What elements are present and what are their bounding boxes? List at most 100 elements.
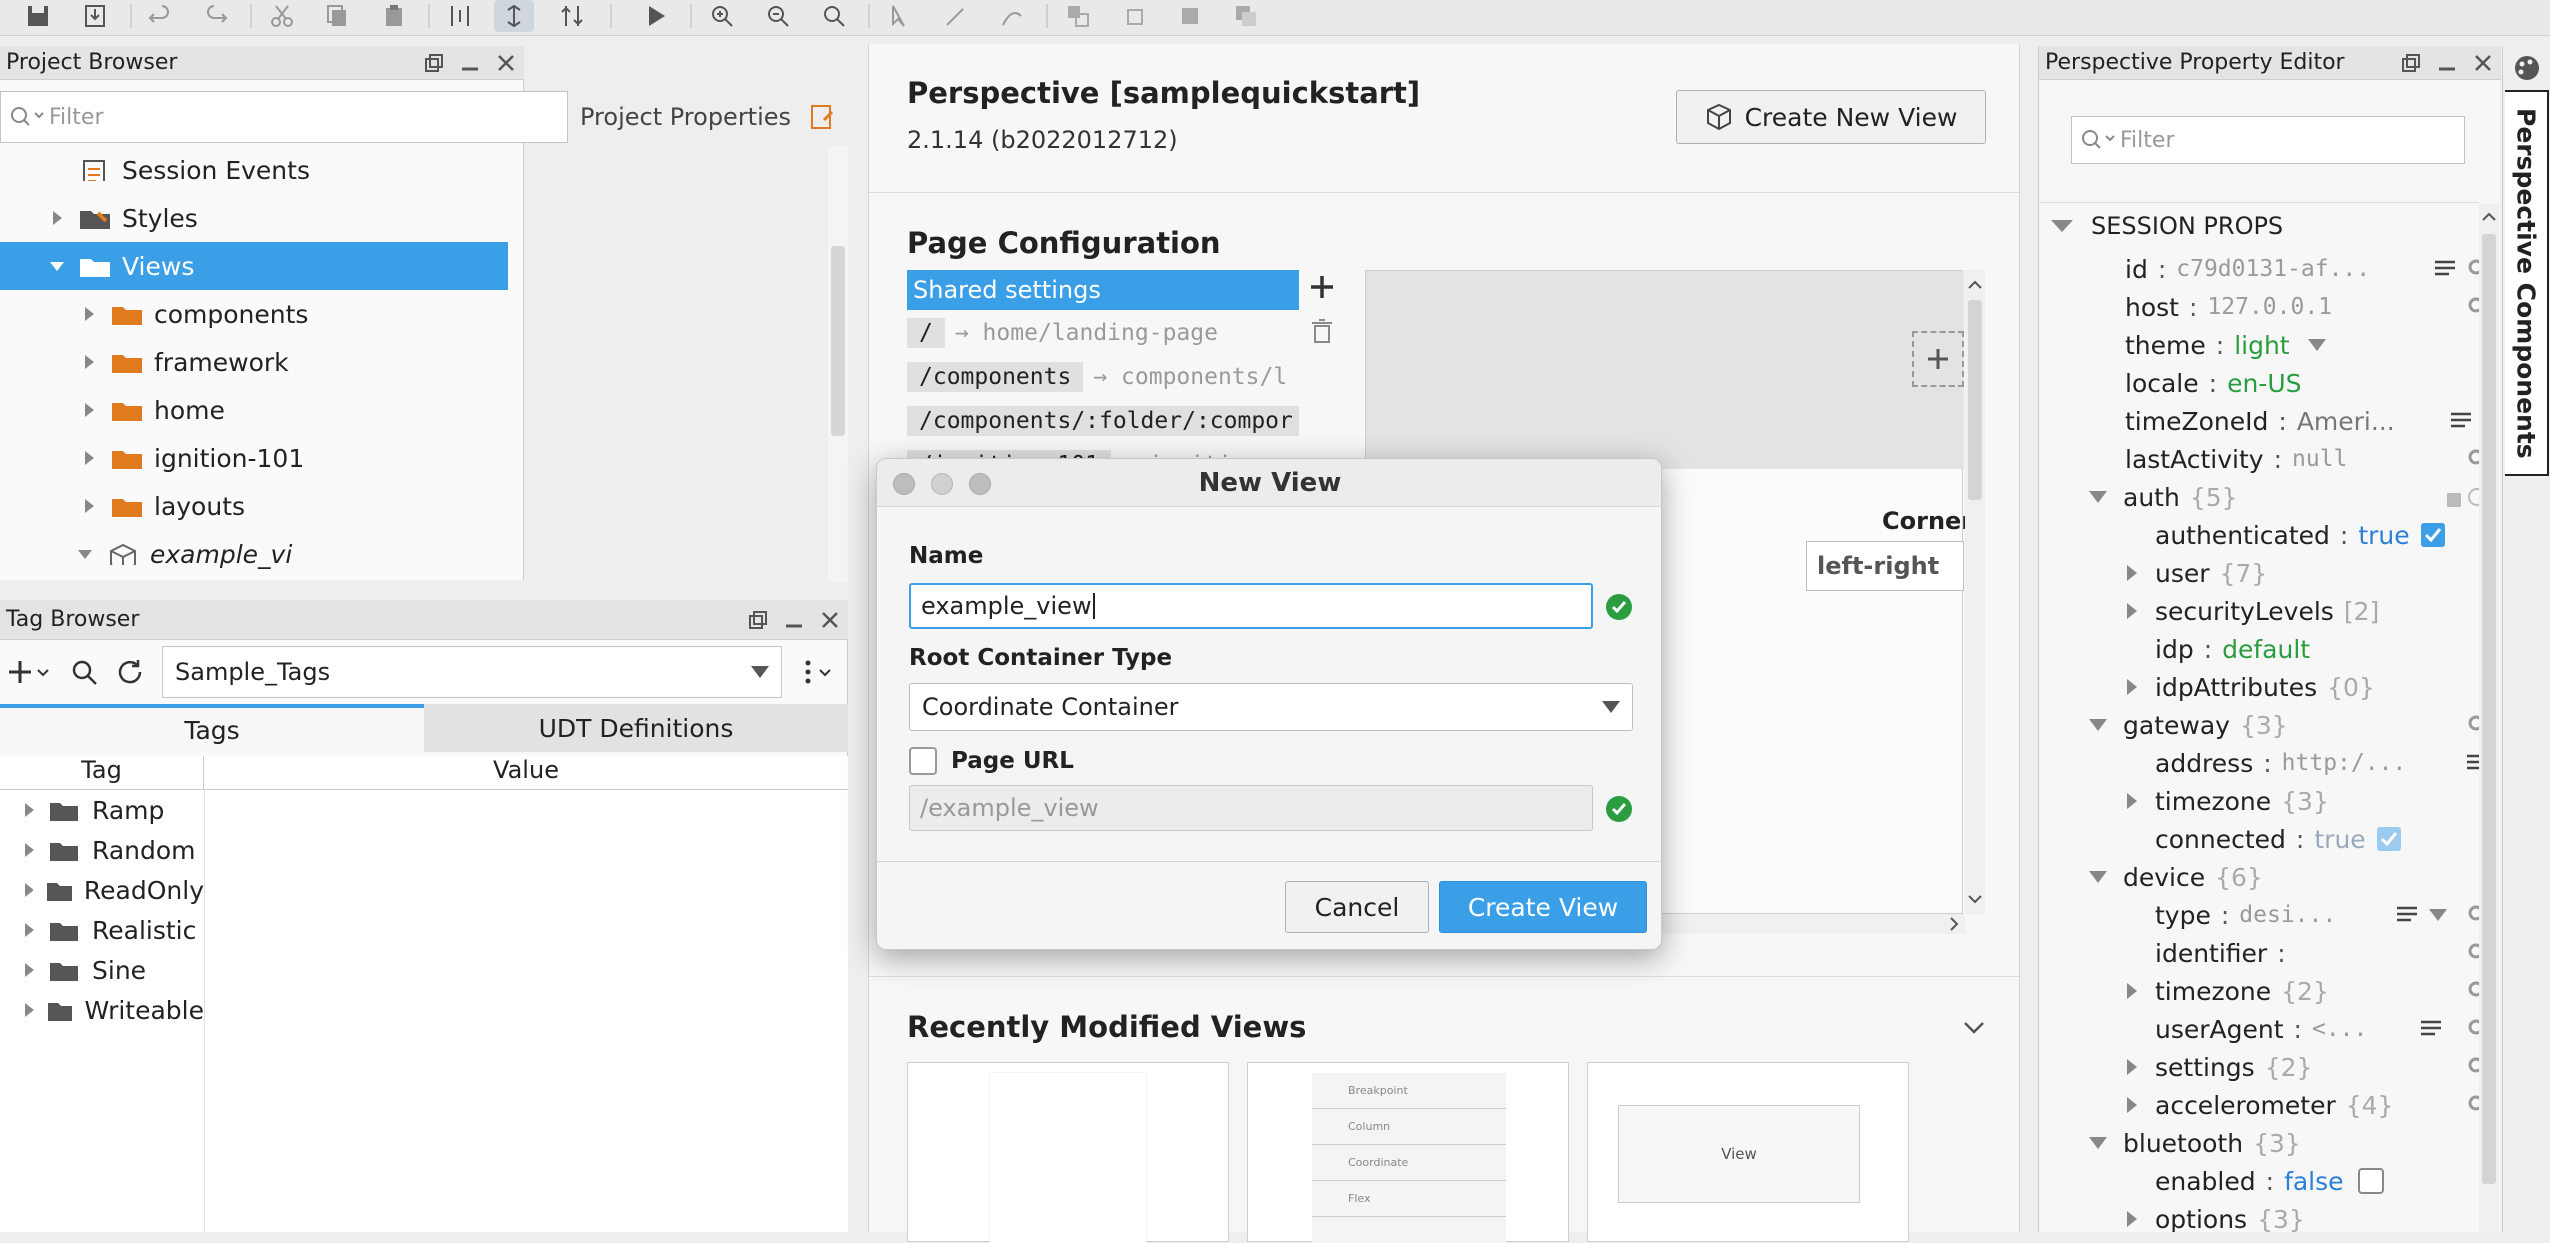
copy-icon[interactable] [318, 0, 358, 32]
float-icon[interactable] [748, 610, 768, 630]
shared-settings-item[interactable]: Shared settings [907, 270, 1299, 310]
add-tag-icon[interactable] [8, 658, 54, 686]
expand-arrow-icon[interactable] [22, 963, 36, 977]
prop-value[interactable]: default [2222, 635, 2310, 664]
prop-id[interactable]: id: c79d0131-af... [2125, 250, 2483, 288]
collapse-arrow-icon[interactable] [78, 547, 92, 561]
float-icon[interactable] [2401, 53, 2421, 73]
delete-route-icon[interactable] [1311, 318, 1333, 344]
text-edit-icon[interactable] [2419, 1018, 2445, 1040]
tag-item-random[interactable]: Random [0, 830, 204, 870]
prop-idp[interactable]: idp: default [2155, 630, 2483, 668]
save-icon[interactable] [18, 0, 58, 32]
prop-device[interactable]: device {6} [2089, 858, 2483, 896]
prop-connected[interactable]: connected: true [2155, 820, 2483, 858]
text-edit-icon[interactable] [2433, 258, 2459, 280]
project-tree-scrollbar[interactable] [828, 146, 848, 582]
group-icon[interactable] [1058, 0, 1098, 32]
zoom-in-icon[interactable] [702, 0, 742, 32]
add-route-icon[interactable] [1309, 274, 1335, 300]
distribute-icon[interactable] [552, 0, 592, 32]
tree-item-components[interactable]: components [0, 290, 508, 338]
cancel-button[interactable]: Cancel [1285, 881, 1429, 933]
expand-arrow-icon[interactable] [22, 883, 34, 897]
props-scrollbar[interactable] [2479, 204, 2499, 1232]
palette-icon[interactable] [2513, 54, 2541, 82]
prop-options[interactable]: options {3} [2125, 1200, 2483, 1232]
dialog-minimize-icon[interactable] [931, 473, 953, 495]
column-tag[interactable]: Tag [0, 756, 204, 789]
tree-item-home[interactable]: home [0, 386, 508, 434]
close-icon[interactable] [496, 53, 516, 73]
send-backward-icon[interactable] [1226, 0, 1266, 32]
bring-forward-icon[interactable] [1170, 0, 1210, 32]
paste-icon[interactable] [374, 0, 414, 32]
dialog-close-icon[interactable] [893, 473, 915, 495]
expand-arrow-icon[interactable] [82, 403, 96, 417]
project-properties-button[interactable]: Project Properties [580, 103, 791, 131]
name-input[interactable]: example_view [909, 583, 1593, 629]
add-dock-icon[interactable] [1912, 331, 1964, 387]
prop-lastactivity[interactable]: lastActivity: null [2125, 440, 2483, 478]
collapse-arrow-icon[interactable] [2089, 871, 2107, 883]
create-new-view-button[interactable]: Create New View [1676, 90, 1986, 144]
refresh-icon[interactable] [116, 658, 146, 686]
cut-icon[interactable] [262, 0, 302, 32]
prop-value[interactable]: true [2314, 825, 2365, 854]
prop-value[interactable]: <... [2312, 1016, 2367, 1042]
prop-timezoneid[interactable]: timeZoneId: Ameri... [2125, 402, 2483, 440]
prop-enabled[interactable]: enabled: false [2155, 1162, 2483, 1200]
column-value[interactable]: Value [204, 756, 848, 789]
tag-item-realistic[interactable]: Realistic [0, 910, 204, 950]
tab-perspective-components[interactable]: Perspective Components [2505, 90, 2549, 476]
prop-gateway[interactable]: gateway {3} [2089, 706, 2483, 744]
tag-item-readonly[interactable]: ReadOnly [0, 870, 204, 910]
checkbox-checked[interactable] [2420, 522, 2446, 548]
prop-type[interactable]: type: desi... [2155, 896, 2483, 934]
expand-arrow-icon[interactable] [82, 451, 96, 465]
tree-item-views[interactable]: Views [0, 242, 508, 290]
prop-locale[interactable]: locale: en-US [2125, 364, 2483, 402]
route-item[interactable]: /components/:folder/:compor [907, 404, 1299, 438]
prop-identifier[interactable]: identifier: [2155, 934, 2483, 972]
root-type-select[interactable]: Coordinate Container [909, 683, 1633, 731]
prop-theme[interactable]: theme: light [2125, 326, 2483, 364]
recent-view-thumb[interactable]: View [1587, 1062, 1909, 1242]
collapse-arrow-icon[interactable] [2051, 218, 2073, 234]
prop-gateway-timezone[interactable]: timezone {3} [2125, 782, 2483, 820]
close-icon[interactable] [2473, 53, 2493, 73]
expand-arrow-icon[interactable] [2125, 1059, 2139, 1075]
prop-value[interactable]: 127.0.0.1 [2207, 294, 2332, 320]
create-view-button[interactable]: Create View [1439, 881, 1647, 933]
tree-item-layouts[interactable]: layouts [0, 482, 508, 530]
zoom-fit-icon[interactable] [814, 0, 854, 32]
undo-icon[interactable] [140, 0, 180, 32]
prop-value[interactable]: false [2284, 1167, 2343, 1196]
zoom-out-icon[interactable] [758, 0, 798, 32]
prop-host[interactable]: host:127.0.0.1 [2125, 288, 2483, 326]
prop-settings[interactable]: settings {2} [2125, 1048, 2483, 1086]
page-url-checkbox[interactable] [909, 747, 937, 775]
close-icon[interactable] [820, 610, 840, 630]
tag-item-writeable[interactable]: Writeable [0, 990, 204, 1030]
prop-value[interactable]: null [2292, 446, 2347, 472]
expand-arrow-icon[interactable] [2125, 603, 2139, 619]
prop-useragent[interactable]: userAgent: <... [2155, 1010, 2483, 1048]
expand-arrow-icon[interactable] [82, 307, 96, 321]
collapse-arrow-icon[interactable] [2089, 1137, 2107, 1149]
recent-view-thumb[interactable] [907, 1062, 1229, 1243]
text-edit-icon[interactable] [2395, 904, 2421, 926]
minimize-icon[interactable] [784, 610, 804, 630]
route-item[interactable]: /components → components/l [907, 360, 1287, 394]
more-menu-icon[interactable] [800, 658, 840, 686]
tag-provider-select[interactable]: Sample_Tags [162, 646, 782, 698]
prop-user[interactable]: user {7} [2125, 554, 2483, 592]
chevron-down-icon[interactable] [2307, 339, 2326, 351]
security-icons[interactable] [2445, 485, 2483, 509]
prop-address[interactable]: address: http:/... [2155, 744, 2483, 782]
tab-udt-definitions[interactable]: UDT Definitions [424, 704, 848, 752]
chevron-down-icon[interactable] [2429, 909, 2447, 921]
expand-arrow-icon[interactable] [22, 923, 36, 937]
expand-arrow-icon[interactable] [2125, 793, 2139, 809]
tree-item-example-view[interactable]: example_vi [0, 530, 508, 578]
